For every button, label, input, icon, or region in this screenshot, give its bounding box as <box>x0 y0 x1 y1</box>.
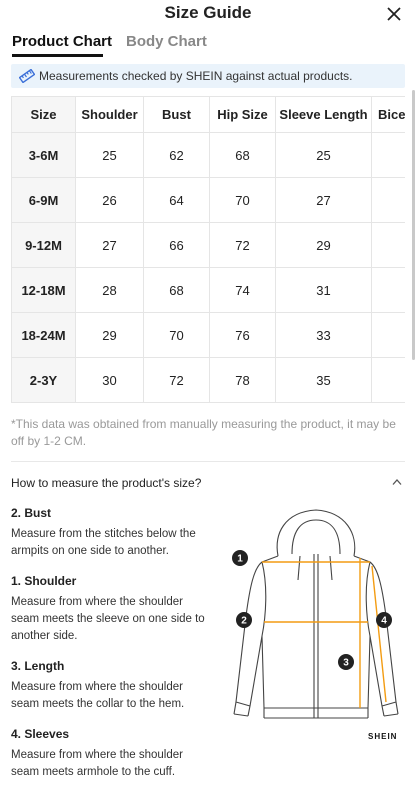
table-cell: 70 <box>209 177 276 223</box>
brand-logo: SHEIN <box>368 732 398 741</box>
measure-item-title: 4. Sleeves <box>11 727 70 741</box>
table-cell: 62 <box>143 132 210 178</box>
table-row: 2-3Y 30 72 78 35 <box>11 357 405 403</box>
column-header-size: Size <box>11 96 76 133</box>
table-cell: 30 <box>75 357 144 403</box>
table-cell <box>371 222 405 268</box>
column-header-bicep: Bice <box>371 96 405 133</box>
table-cell: 33 <box>275 312 372 358</box>
notice-banner: Measurements checked by SHEIN against ac… <box>11 64 405 88</box>
ruler-icon <box>19 69 35 83</box>
page-title: Size Guide <box>164 3 252 22</box>
table-cell: 72 <box>143 357 210 403</box>
column-header-hip-size: Hip Size <box>209 96 276 133</box>
measure-item-bust: 2. Bust Measure from the stitches below … <box>11 506 211 560</box>
measure-item-title: 1. Shoulder <box>11 574 77 588</box>
measure-item-length: 3. Length Measure from where the shoulde… <box>11 659 211 713</box>
column-header-sleeve-length: Sleeve Length <box>275 96 372 133</box>
table-cell: 27 <box>75 222 144 268</box>
table-cell: 76 <box>209 312 276 358</box>
tab-body-chart[interactable]: Body Chart <box>126 33 207 50</box>
table-cell: 68 <box>143 267 210 313</box>
table-cell: 35 <box>275 357 372 403</box>
marker-1-label: 1 <box>237 554 243 565</box>
table-cell: 31 <box>275 267 372 313</box>
size-table-container[interactable]: Size Shoulder Bust Hip Size Sleeve Lengt… <box>11 96 405 406</box>
marker-3-label: 3 <box>343 658 349 669</box>
table-row: 18-24M 29 70 76 33 <box>11 312 405 358</box>
table-cell: 28 <box>75 267 144 313</box>
measure-item-desc: Measure from where the shoulder seam mee… <box>11 749 183 778</box>
size-table: Size Shoulder Bust Hip Size Sleeve Lengt… <box>11 96 405 403</box>
size-cell: 9-12M <box>11 222 76 268</box>
table-cell <box>371 132 405 178</box>
tab-product-chart[interactable]: Product Chart <box>12 33 112 50</box>
measure-item-desc: Measure from the stitches below the armp… <box>11 528 196 557</box>
table-cell: 29 <box>275 222 372 268</box>
size-cell: 12-18M <box>11 267 76 313</box>
table-cell: 72 <box>209 222 276 268</box>
table-cell: 25 <box>75 132 144 178</box>
notice-text: Measurements checked by SHEIN against ac… <box>39 69 353 83</box>
table-cell <box>371 312 405 358</box>
size-cell: 18-24M <box>11 312 76 358</box>
table-cell <box>371 267 405 313</box>
table-cell: 64 <box>143 177 210 223</box>
column-header-bust: Bust <box>143 96 210 133</box>
table-cell: 70 <box>143 312 210 358</box>
size-cell: 3-6M <box>11 132 76 178</box>
marker-4-label: 4 <box>381 616 387 627</box>
measure-item-desc: Measure from where the shoulder seam mee… <box>11 681 185 710</box>
size-cell: 6-9M <box>11 177 76 223</box>
how-to-measure-title[interactable]: How to measure the product's size? <box>11 476 201 490</box>
table-cell: 78 <box>209 357 276 403</box>
close-icon[interactable] <box>386 6 402 22</box>
table-header-row: Size Shoulder Bust Hip Size Sleeve Lengt… <box>11 96 405 133</box>
table-cell: 25 <box>275 132 372 178</box>
hoodie-diagram: 1 2 3 4 <box>232 509 399 719</box>
measure-item-sleeves: 4. Sleeves Measure from where the should… <box>11 727 211 781</box>
table-cell <box>371 177 405 223</box>
table-row: 6-9M 26 64 70 27 <box>11 177 405 223</box>
measure-item-title: 2. Bust <box>11 506 52 520</box>
tab-active-indicator <box>12 54 103 57</box>
table-row: 3-6M 25 62 68 25 <box>11 132 405 178</box>
table-row: 9-12M 27 66 72 29 <box>11 222 405 268</box>
table-cell: 27 <box>275 177 372 223</box>
column-header-shoulder: Shoulder <box>75 96 144 133</box>
table-cell: 68 <box>209 132 276 178</box>
scrollbar[interactable] <box>412 90 415 360</box>
header: Size Guide <box>0 0 416 28</box>
measure-item-shoulder: 1. Shoulder Measure from where the shoul… <box>11 574 211 645</box>
measure-item-title: 3. Length <box>11 659 65 673</box>
measure-item-desc: Measure from where the shoulder seam mee… <box>11 596 205 642</box>
table-cell: 74 <box>209 267 276 313</box>
table-cell: 66 <box>143 222 210 268</box>
size-cell: 2-3Y <box>11 357 76 403</box>
table-cell: 29 <box>75 312 144 358</box>
table-cell: 26 <box>75 177 144 223</box>
table-cell <box>371 357 405 403</box>
marker-2-label: 2 <box>241 616 247 627</box>
table-row: 12-18M 28 68 74 31 <box>11 267 405 313</box>
divider <box>11 461 405 462</box>
chevron-up-icon[interactable] <box>392 478 402 486</box>
footnote: *This data was obtained from manually me… <box>11 417 396 448</box>
